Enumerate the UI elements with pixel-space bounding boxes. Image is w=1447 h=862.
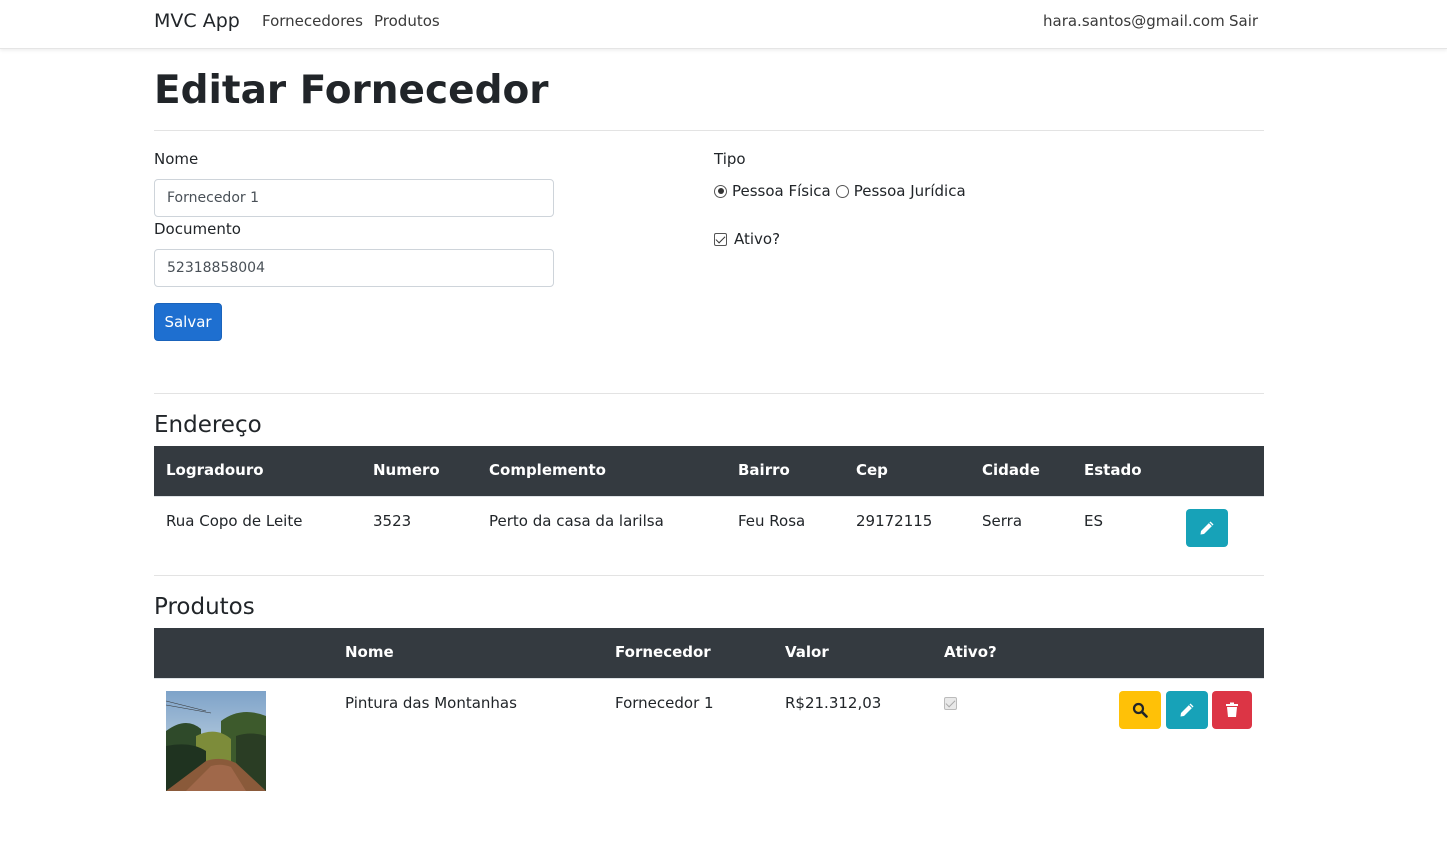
ativo-checkbox-row: Ativo? [714,230,780,248]
divider [154,575,1264,576]
column-header-cep: Cep [856,461,888,479]
table-header-border [154,678,1264,679]
documento-label: Documento [154,220,241,238]
search-icon [1132,702,1148,718]
user-email-link[interactable]: hara.santos@gmail.com [1043,12,1225,30]
tipo-label: Tipo [714,150,746,168]
cell-cep: 29172115 [856,512,933,530]
cell-produto-nome: Pintura das Montanhas [345,694,517,712]
nome-label: Nome [154,150,199,168]
column-header-fornecedor: Fornecedor [615,643,711,661]
column-header-numero: Numero [373,461,440,479]
radio-pessoa-fisica[interactable] [714,184,727,198]
divider [154,130,1264,131]
radio-pessoa-fisica-label[interactable]: Pessoa Física [732,182,831,200]
endereco-title: Endereço [154,412,262,438]
cell-numero: 3523 [373,512,412,530]
cell-produto-fornecedor: Fornecedor 1 [615,694,714,712]
product-image [166,691,266,791]
save-button[interactable]: Salvar [154,303,222,341]
cell-estado: ES [1084,512,1103,530]
trash-icon [1226,702,1238,717]
column-header-bairro: Bairro [738,461,790,479]
divider [154,393,1264,394]
nome-input[interactable] [154,179,554,217]
navbar: MVC App Fornecedores Produtos hara.santo… [0,0,1447,49]
view-produto-button[interactable] [1119,691,1161,729]
table-header-border [154,496,1264,497]
pencil-icon [1180,703,1194,717]
column-header-estado: Estado [1084,461,1142,479]
ativo-label[interactable]: Ativo? [734,230,780,248]
radio-pessoa-juridica[interactable] [835,184,849,198]
logout-link[interactable]: Sair [1229,12,1258,30]
column-header-valor: Valor [785,643,829,661]
radio-pessoa-juridica-label[interactable]: Pessoa Jurídica [854,182,966,200]
pencil-icon [1200,521,1214,535]
documento-input[interactable] [154,249,554,287]
cell-bairro: Feu Rosa [738,512,806,530]
produto-ativo-checkbox [944,697,957,710]
cell-complemento: Perto da casa da larilsa [489,512,664,530]
tipo-radio-group: Pessoa Física Pessoa Jurídica [714,182,966,200]
column-header-logradouro: Logradouro [166,461,264,479]
brand-link[interactable]: MVC App [154,10,240,32]
cell-produto-valor: R$21.312,03 [785,694,882,712]
column-header-cidade: Cidade [982,461,1040,479]
endereco-table-header: Logradouro Numero Complemento Bairro Cep… [154,446,1264,496]
column-header-complemento: Complemento [489,461,606,479]
nav-link-fornecedores[interactable]: Fornecedores [262,12,363,30]
ativo-checkbox[interactable] [714,232,727,246]
edit-produto-button[interactable] [1166,691,1208,729]
produtos-title: Produtos [154,594,255,620]
nav-link-produtos[interactable]: Produtos [374,12,440,30]
column-header-ativo: Ativo? [944,643,997,661]
cell-logradouro: Rua Copo de Leite [166,512,303,530]
column-header-nome: Nome [345,643,394,661]
produtos-table-header: Nome Fornecedor Valor Ativo? [154,628,1264,678]
delete-produto-button[interactable] [1212,691,1252,729]
cell-cidade: Serra [982,512,1023,530]
edit-endereco-button[interactable] [1186,509,1228,547]
page-title: Editar Fornecedor [154,68,549,113]
